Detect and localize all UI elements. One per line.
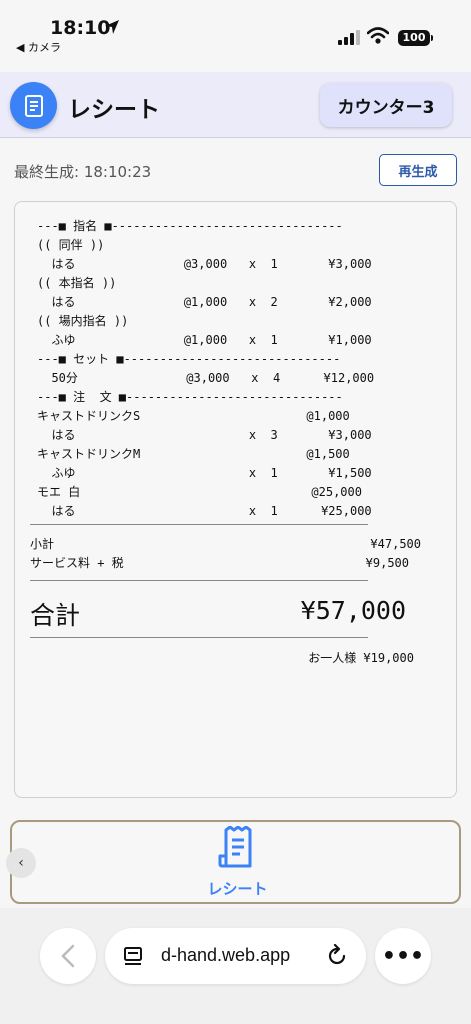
receipt-line: はる @3,000 x 1 ¥3,000 [37,257,372,271]
receipt-line: 50分 @3,000 x 4 ¥12,000 [37,371,375,385]
receipt-line: はる x 3 ¥3,000 [37,428,372,442]
receipt-tab-icon[interactable] [218,826,258,870]
receipt-line: (( 同伴 )) [37,238,105,252]
receipt-line: (( 場内指名 )) [37,314,129,328]
reload-icon[interactable] [326,944,348,966]
wifi-icon [367,27,389,44]
last-generated-time: 最終生成: 18:10:23 [14,163,152,181]
page-title: レシート [68,97,160,123]
chevron-left-icon [61,944,75,968]
browser-toolbar: d-hand.web.app ••• [0,908,471,1024]
battery-tip [431,35,433,41]
counter-selector-button[interactable]: カウンター3 [320,83,452,127]
app-header: レシート カウンター3 [0,72,471,138]
receipt-line: ふゆ x 1 ¥1,500 [37,466,372,480]
receipt-line: はる @1,000 x 2 ¥2,000 [37,295,372,309]
receipt-line: キャストドリンクS @1,000 [37,409,350,423]
regenerate-button[interactable]: 再生成 [379,154,457,186]
location-arrow-icon [105,20,119,34]
total-label: 合計 [30,601,81,630]
browser-back-button[interactable] [40,928,96,984]
receipt-line: ふゆ @1,000 x 1 ¥1,000 [37,333,372,347]
receipt-line: (( 本指名 )) [37,276,117,290]
url-text[interactable]: d-hand.web.app [161,945,290,966]
receipt-line: ---■ 注 文 ■------------------------------ [37,390,343,404]
receipt-divider [30,580,368,581]
receipt-line: モエ 白 @25,000 [37,485,362,499]
service-value: ¥9,500 [365,556,409,570]
receipt-icon[interactable] [10,82,57,129]
receipt-line: キャストドリンクM @1,500 [37,447,350,461]
status-bar: 18:10 ◀ カメラ 100 [0,0,471,72]
receipt-line: ---■ 指名 ■-------------------------------… [37,219,343,233]
receipt-divider [30,524,368,525]
subtotal-label: 小計 [30,537,55,551]
per-person-amount: お一人様 ¥19,000 [308,651,414,665]
receipt-tab-label[interactable]: レシート [12,878,463,899]
address-bar[interactable]: d-hand.web.app [105,928,366,984]
service-label: サービス料 + 税 [30,556,124,570]
reader-icon[interactable] [123,946,143,966]
total-value: ¥57,000 [300,596,406,625]
receipt-panel: ---■ 指名 ■-------------------------------… [14,201,457,798]
receipt-line: はる x 1 ¥25,000 [37,504,372,518]
back-to-camera-link[interactable]: ◀ カメラ [16,39,61,55]
receipt-line: ---■ セット ■------------------------------ [37,352,341,366]
more-options-button[interactable]: ••• [375,928,431,984]
status-time: 18:10 [50,17,111,39]
receipt-divider [30,637,368,638]
collapse-nav-button[interactable]: ‹ [6,848,36,878]
subtotal-value: ¥47,500 [370,537,421,551]
bottom-nav: ‹ レシート [6,820,463,904]
battery-icon: 100 [398,30,430,46]
cellular-signal-icon [338,30,360,45]
